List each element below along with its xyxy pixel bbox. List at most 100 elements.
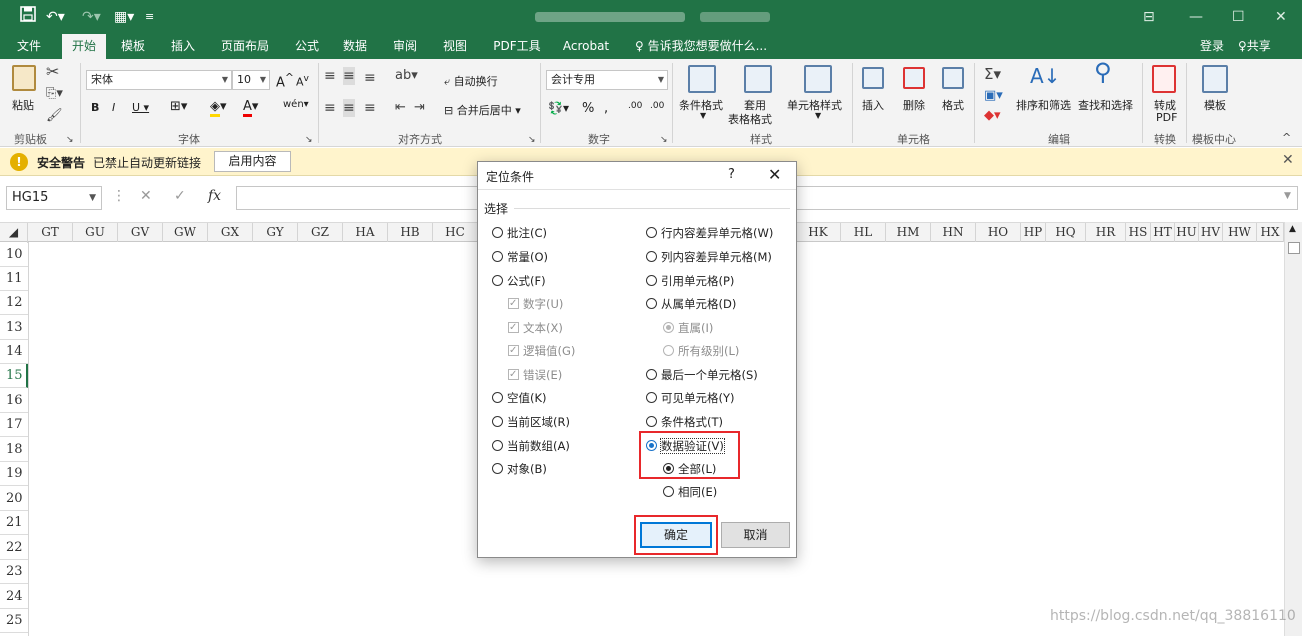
italic-icon[interactable]: I <box>112 101 115 114</box>
share-button[interactable]: ♀共享 <box>1238 34 1271 59</box>
copy-icon[interactable]: ⎘▾ <box>46 85 63 103</box>
convert-pdf-label-2[interactable]: PDF <box>1156 111 1177 124</box>
font-size-combo[interactable]: 10 ▼ <box>232 70 270 90</box>
column-header[interactable]: GW <box>163 223 208 243</box>
close-icon[interactable]: ✕ <box>1282 152 1294 168</box>
column-header[interactable]: GT <box>28 223 73 243</box>
column-header[interactable]: HS <box>1126 223 1151 243</box>
column-header[interactable]: HC <box>433 223 478 243</box>
row-header[interactable]: 10 <box>0 243 28 267</box>
row-header[interactable]: 13 <box>0 316 28 340</box>
row-header[interactable]: 17 <box>0 413 28 437</box>
option-conditional-formats[interactable]: 条件格式(T) <box>646 413 723 431</box>
tell-me-box[interactable]: ♀ 告诉我您想要做什么... <box>635 34 767 59</box>
column-header[interactable]: GY <box>253 223 298 243</box>
phonetic-icon[interactable]: wén▾ <box>283 99 309 110</box>
template-button[interactable]: 模板 <box>1204 97 1226 113</box>
help-icon[interactable]: ? <box>728 167 735 182</box>
tab-acrobat[interactable]: Acrobat <box>558 34 614 59</box>
row-header[interactable]: 20 <box>0 487 28 511</box>
autosum-icon[interactable]: Σ▾ <box>984 65 1001 83</box>
cancel-button[interactable]: 取消 <box>721 522 790 548</box>
decrease-font-icon[interactable]: Av <box>296 73 309 89</box>
column-header[interactable]: HB <box>388 223 433 243</box>
insert-function-icon[interactable]: fx <box>208 188 221 204</box>
row-header-selected[interactable]: 15 <box>0 364 28 388</box>
column-header[interactable]: HU <box>1175 223 1199 243</box>
option-comments[interactable]: 批注(C) <box>492 224 547 242</box>
border-icon[interactable]: ⊞▾ <box>170 99 187 114</box>
column-header[interactable]: HW <box>1223 223 1257 243</box>
tab-view[interactable]: 视图 <box>434 34 476 59</box>
column-header[interactable]: HT <box>1151 223 1175 243</box>
name-box[interactable]: HG15 ▼ <box>6 186 102 210</box>
close-icon[interactable]: ✕ <box>768 165 781 184</box>
align-right-icon[interactable]: ≡ <box>364 99 376 117</box>
comma-icon[interactable]: , <box>604 101 608 116</box>
dialog-launcher-icon[interactable]: ↘ <box>660 131 668 149</box>
confirm-entry-icon[interactable]: ✓ <box>174 188 186 204</box>
option-direct-only[interactable]: 直属(I) <box>663 319 713 337</box>
customize-qa-icon[interactable]: ≡ <box>145 6 154 28</box>
cut-icon[interactable]: ✂ <box>46 63 59 81</box>
align-left-icon[interactable]: ≡ <box>324 99 336 117</box>
option-text[interactable]: 文本(X) <box>508 319 563 337</box>
column-header[interactable]: GZ <box>298 223 343 243</box>
ribbon-display-icon[interactable]: ⊟ <box>1143 6 1155 28</box>
tab-formulas[interactable]: 公式 <box>286 34 328 59</box>
paste-icon[interactable] <box>12 65 36 91</box>
column-header[interactable]: GX <box>208 223 253 243</box>
row-header[interactable]: 24 <box>0 585 28 609</box>
align-top-icon[interactable]: ≡ <box>324 67 336 85</box>
row-header[interactable]: 12 <box>0 291 28 315</box>
increase-indent-icon[interactable]: ⇥ <box>414 99 425 117</box>
enable-content-button[interactable]: 启用内容 <box>214 151 291 172</box>
tab-pdf-tools[interactable]: PDF工具 <box>486 34 548 59</box>
delete-cells-button[interactable]: 删除 <box>903 97 925 113</box>
vertical-scrollbar[interactable]: ▲ <box>1284 222 1302 636</box>
redo-icon[interactable]: ↷▾ <box>82 6 101 28</box>
option-constants[interactable]: 常量(O) <box>492 248 548 266</box>
column-header[interactable]: HR <box>1086 223 1126 243</box>
minimize-icon[interactable]: — <box>1189 6 1203 28</box>
row-header[interactable]: 25 <box>0 609 28 633</box>
column-header[interactable]: HK <box>796 223 841 243</box>
option-row-differences[interactable]: 行内容差异单元格(W) <box>646 224 773 242</box>
insert-cells-button[interactable]: 插入 <box>862 97 884 113</box>
expand-formula-icon[interactable]: ▼ <box>1284 191 1291 201</box>
wrap-text-button[interactable]: ⤶ 自动换行 <box>444 73 498 89</box>
option-same[interactable]: 相同(E) <box>663 483 717 501</box>
column-header[interactable]: HN <box>931 223 976 243</box>
dialog-launcher-icon[interactable]: ↘ <box>305 131 313 149</box>
align-bottom-icon[interactable]: ≡ <box>364 69 376 87</box>
option-numbers[interactable]: 数字(U) <box>508 295 563 313</box>
row-header[interactable]: 21 <box>0 511 28 535</box>
option-logicals[interactable]: 逻辑值(G) <box>508 342 575 360</box>
sign-in-link[interactable]: 登录 <box>1200 34 1224 59</box>
tab-home[interactable]: 开始 <box>62 34 106 59</box>
orientation-icon[interactable]: ab▾ <box>395 67 418 85</box>
percent-icon[interactable]: % <box>582 101 594 116</box>
bold-icon[interactable]: B <box>91 101 99 114</box>
clear-icon[interactable]: ◆▾ <box>984 107 1001 125</box>
tab-template[interactable]: 模板 <box>112 34 154 59</box>
row-header[interactable]: 19 <box>0 462 28 486</box>
row-header[interactable]: 22 <box>0 536 28 560</box>
dialog-launcher-icon[interactable]: ↘ <box>66 131 74 149</box>
increase-decimal-icon[interactable]: .00 <box>628 101 642 111</box>
accounting-icon[interactable]: 💱▾ <box>548 101 569 115</box>
option-dependents[interactable]: 从属单元格(D) <box>646 295 736 313</box>
format-painter-icon[interactable]: 🖌 <box>46 107 63 125</box>
column-header[interactable]: GV <box>118 223 163 243</box>
close-window-icon[interactable]: ✕ <box>1275 6 1287 28</box>
fill-color-icon[interactable]: ◈▾ <box>210 99 227 117</box>
scroll-thumb[interactable] <box>1288 242 1300 254</box>
tab-page-layout[interactable]: 页面布局 <box>214 34 276 59</box>
sort-filter-button[interactable]: 排序和筛选 <box>1016 97 1071 113</box>
dialog-launcher-icon[interactable]: ↘ <box>528 131 536 149</box>
find-select-button[interactable]: 查找和选择 <box>1078 97 1133 113</box>
column-header[interactable]: HQ <box>1046 223 1086 243</box>
undo-icon[interactable]: ↶▾ <box>46 6 65 28</box>
option-current-region[interactable]: 当前区域(R) <box>492 413 570 431</box>
decrease-decimal-icon[interactable]: .00 <box>650 101 664 111</box>
